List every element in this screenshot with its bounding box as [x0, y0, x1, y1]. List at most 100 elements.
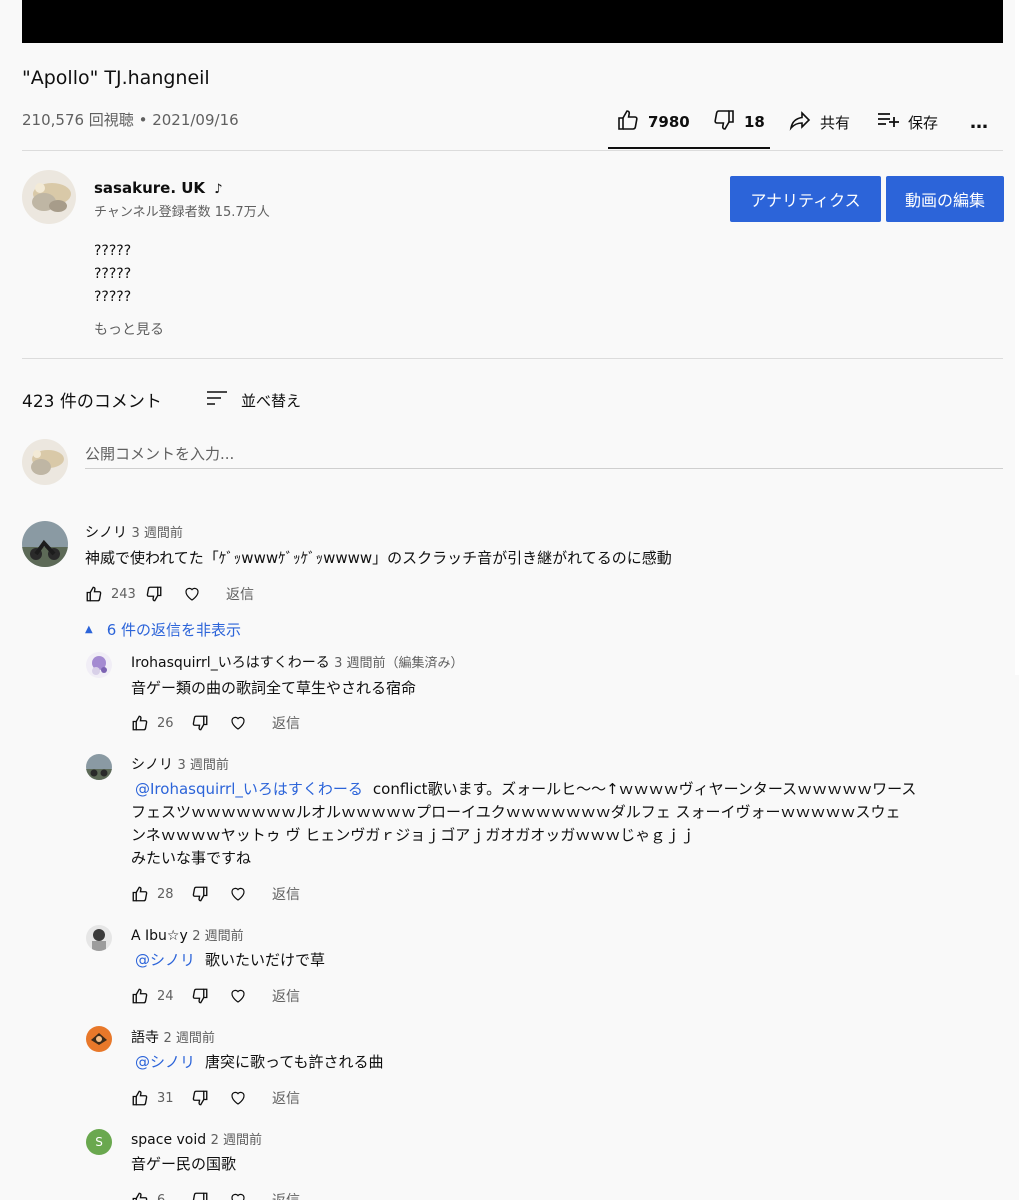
more-actions-button[interactable]: … — [970, 100, 988, 144]
author-name[interactable]: space void — [131, 1132, 206, 1148]
comment-time[interactable]: 3 週間前 — [131, 526, 182, 541]
commenter-avatar[interactable]: S — [86, 1129, 112, 1155]
avatar-letter: S — [95, 1135, 103, 1149]
divider — [22, 150, 1003, 151]
dislike-comment-button[interactable] — [191, 885, 209, 903]
comment-toolbar: 243 返信 — [85, 584, 254, 604]
video-meta: 210,576 回視聴 • 2021/09/16 — [22, 109, 239, 130]
author-name[interactable]: 語寺 — [131, 1030, 159, 1046]
user-mention[interactable]: @シノリ — [135, 1053, 195, 1071]
upload-date: 2021/09/16 — [152, 111, 239, 129]
author-name[interactable]: Irohasquirrl_いろはすくわーる — [131, 655, 330, 671]
like-ratio-bar — [608, 147, 770, 149]
heart-icon[interactable] — [229, 987, 247, 1005]
thumbs-up-icon — [616, 108, 640, 136]
author-name[interactable]: シノリ — [85, 525, 127, 541]
commenter-avatar[interactable] — [86, 652, 112, 678]
comment-time[interactable]: 2 週間前 — [211, 1133, 262, 1148]
reply-button[interactable]: 返信 — [272, 713, 300, 733]
comment-time[interactable]: 3 週間前（編集済み） — [334, 656, 463, 671]
comment-like-count: 6 — [157, 1192, 166, 1200]
description-line: ????? — [94, 243, 132, 259]
more-horizontal-icon: … — [970, 111, 988, 133]
reply-button[interactable]: 返信 — [272, 1190, 300, 1200]
comment-author: シノリ 3 週間前 — [85, 522, 183, 542]
thumbs-down-icon — [712, 108, 736, 136]
analytics-button[interactable]: アナリティクス — [730, 176, 881, 222]
like-comment-button[interactable] — [131, 1191, 149, 1200]
show-more-link[interactable]: もっと見る — [94, 319, 164, 339]
comment-like-count: 26 — [157, 715, 174, 731]
dislike-comment-button[interactable] — [191, 987, 209, 1005]
dislike-comment-button[interactable] — [145, 585, 163, 603]
video-player[interactable] — [22, 0, 1003, 43]
video-watch-page: "Apollo" TJ.hangneil 210,576 回視聴 • 2021/… — [0, 0, 1019, 1200]
reply-button[interactable]: 返信 — [272, 1088, 300, 1108]
user-mention[interactable]: @Irohasquirrl_いろはすくわーる — [135, 780, 363, 798]
subscriber-count: チャンネル登録者数 15.7万人 — [94, 205, 270, 220]
comment-time[interactable]: 3 週間前 — [177, 758, 228, 773]
commenter-avatar[interactable] — [86, 754, 112, 780]
author-name[interactable]: シノリ — [131, 757, 173, 773]
comment-text: 神威で使われてた「ｹﾞｯwwwｹﾞｯｹﾞｯwwww」のスクラッチ音が引き継がれて… — [85, 549, 672, 567]
commenter-avatar[interactable] — [22, 521, 68, 567]
comment-author: 語寺 2 週間前 — [131, 1027, 215, 1047]
scrollbar-track — [1015, 0, 1019, 675]
commenter-avatar[interactable] — [86, 925, 112, 951]
like-comment-button[interactable] — [131, 714, 149, 732]
comment-time[interactable]: 2 週間前 — [163, 1031, 214, 1046]
comment-toolbar: 28 返信 — [131, 884, 300, 904]
description-line: ????? — [94, 266, 132, 282]
user-mention[interactable]: @シノリ — [135, 951, 195, 969]
dislike-comment-button[interactable] — [191, 1191, 209, 1200]
heart-icon[interactable] — [229, 885, 247, 903]
sort-label: 並べ替え — [241, 391, 302, 410]
save-button[interactable]: 保存 — [876, 100, 938, 144]
comment-text: 音ゲー類の曲の歌詞全て草生やされる宿命 — [131, 679, 417, 697]
comment-time[interactable]: 2 週間前 — [192, 929, 243, 944]
chevron-up-icon: ▲ — [85, 624, 93, 635]
heart-icon[interactable] — [229, 1089, 247, 1107]
view-count: 210,576 回視聴 — [22, 111, 134, 129]
channel-name[interactable]: sasakure. UK ♪ — [94, 179, 223, 197]
like-comment-button[interactable] — [131, 885, 149, 903]
heart-icon[interactable] — [229, 714, 247, 732]
like-comment-button[interactable] — [131, 1089, 149, 1107]
user-avatar — [22, 439, 68, 485]
heart-icon[interactable] — [229, 1191, 247, 1200]
like-comment-button[interactable] — [85, 585, 103, 603]
save-label: 保存 — [908, 113, 939, 132]
description-line: ????? — [94, 289, 132, 305]
commenter-avatar[interactable] — [86, 1026, 112, 1052]
author-name[interactable]: A Ibu☆y — [131, 928, 188, 944]
dislike-comment-button[interactable] — [191, 714, 209, 732]
comment-text: @シノリ 歌いたいだけで草 — [135, 951, 326, 969]
video-title: "Apollo" TJ.hangneil — [22, 67, 210, 89]
dislike-comment-button[interactable] — [191, 1089, 209, 1107]
like-comment-button[interactable] — [131, 987, 149, 1005]
reply-button[interactable]: 返信 — [272, 986, 300, 1006]
like-button[interactable]: 7980 — [616, 100, 690, 144]
hide-replies-button[interactable]: ▲ 6 件の返信を非表示 — [85, 619, 241, 640]
reply-button[interactable]: 返信 — [226, 584, 254, 604]
comment-toolbar: 31 返信 — [131, 1088, 300, 1108]
comment-text: 音ゲー民の国歌 — [131, 1155, 237, 1173]
edit-video-button[interactable]: 動画の編集 — [886, 176, 1004, 222]
comment-like-count: 24 — [157, 988, 174, 1004]
comment-toolbar: 24 返信 — [131, 986, 300, 1006]
comment-count: 423 件のコメント — [22, 392, 162, 412]
heart-icon[interactable] — [183, 585, 201, 603]
comment-input[interactable] — [85, 440, 1003, 469]
comment-text: @シノリ 唐突に歌っても許される曲 — [135, 1053, 384, 1071]
share-button[interactable]: 共有 — [788, 100, 850, 144]
comment-like-count: 31 — [157, 1090, 174, 1106]
reply-button[interactable]: 返信 — [272, 884, 300, 904]
comment-toolbar: 26 返信 — [131, 713, 300, 733]
dislike-button[interactable]: 18 — [712, 100, 765, 144]
sort-button[interactable]: 並べ替え — [205, 386, 301, 414]
share-icon — [788, 108, 812, 136]
channel-avatar[interactable] — [22, 170, 76, 224]
comment-like-count: 243 — [111, 586, 136, 602]
comment-author: A Ibu☆y 2 週間前 — [131, 925, 244, 944]
comment-text: @Irohasquirrl_いろはすくわーる conflict歌います。ズォールヒ… — [131, 780, 917, 867]
